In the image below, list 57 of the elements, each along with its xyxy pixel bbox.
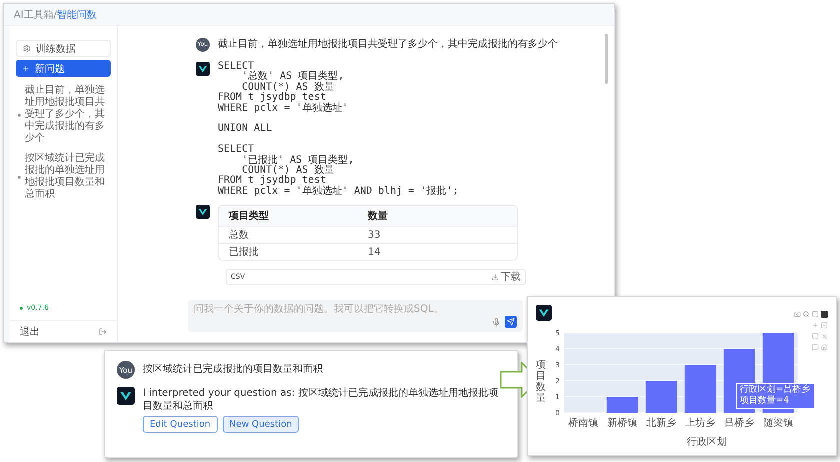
history-item[interactable]: 截止目前，单独选址用地报批项目共受理了多少个，其中完成报批的有多少个 [25,85,111,145]
question-text: 按区域统计已完成报批的项目数量和面积 [143,362,323,377]
x-tick-label: 吕桥乡 [724,418,754,429]
download-link[interactable]: 下载 [492,270,521,284]
bot-logo-icon [196,205,210,220]
question-button[interactable]: New Question [222,416,300,433]
logout-icon[interactable] [99,328,107,336]
plot-logo-icon[interactable] [821,311,828,318]
x-tick-label: 随梁镇 [764,418,794,429]
close-icon[interactable] [821,333,828,340]
speech-bubble-icon[interactable] [812,344,819,351]
bot-logo-icon [536,305,552,321]
sql-code: SELECT '总数' AS 项目类型, COUNT(*) AS 数量 FROM t_jsydbp_test WHERE pclx = '单独选址' UNION ALL SELECT '已报批' AS 项目类型, COUNT(*) AS 数量 FROM t_jsydbp_test WHERE pclx = '单独选址' AND blhj = '报批'; [218,62,459,198]
download-icon[interactable] [492,274,499,281]
new-question-button[interactable]: 新问题 [16,60,111,77]
tooltip-text: 行政区划=吕桥乡 [740,385,811,396]
x-tick-label: 新桥镇 [608,418,638,429]
bar[interactable] [684,365,716,413]
answer-text: I interpreted your question as: 按区域统计已完成报批的单独选址用地报批项目数量和总面积 [143,387,500,413]
bot-logo-icon [117,387,135,405]
gear-icon [23,44,31,52]
minus-icon[interactable] [821,322,828,329]
x-axis-label: 行政区划 [687,436,727,449]
bot-logo-icon [196,62,210,76]
tooltip-text: 项目数量=4 [740,396,790,407]
training-data-button[interactable]: 训练数据 [16,40,111,57]
scrollbar[interactable] [605,34,608,84]
zoom-icon[interactable] [803,311,810,318]
bullet-icon [18,114,21,116]
question-button[interactable]: Edit Question [143,416,218,433]
x-tick-label: 桥南镇 [568,418,598,429]
history-item[interactable]: 按区域统计已完成报批的单独选址用地报批项目数量和总面积 [25,153,111,201]
square-icon[interactable] [812,333,819,340]
plus-icon[interactable] [812,322,819,329]
column-header: 数量 [368,210,389,224]
square-icon[interactable] [812,311,819,318]
microphone-icon[interactable] [492,318,501,326]
logout-link[interactable]: 退出 [20,324,40,338]
bar[interactable] [646,381,678,413]
home-icon[interactable] [821,344,828,351]
x-tick-label: 上坊乡 [686,418,716,429]
camera-icon[interactable] [794,311,801,318]
send-button[interactable] [505,316,517,328]
table-cell-text: 总数 [229,228,250,242]
x-tick-label: 北新乡 [646,418,676,429]
table-cell-text: 14 [368,246,382,258]
y-axis-label: 项目数量 [536,360,546,404]
breadcrumb-item[interactable]: 智能问数 [57,8,98,22]
column-header: 项目类型 [229,210,270,224]
status-dot-icon [20,306,23,310]
bar[interactable] [606,397,638,413]
question-text: 截止目前，单独选址用地报批项目共受理了多少个，其中完成报批的有多少个 [218,38,558,52]
table-cell-text: 已报批 [229,246,260,260]
breadcrumb-item[interactable]: AI工具箱/ [14,8,58,22]
plus-icon [22,64,30,72]
table-cell-text: 33 [368,230,382,241]
bullet-icon [18,176,21,178]
